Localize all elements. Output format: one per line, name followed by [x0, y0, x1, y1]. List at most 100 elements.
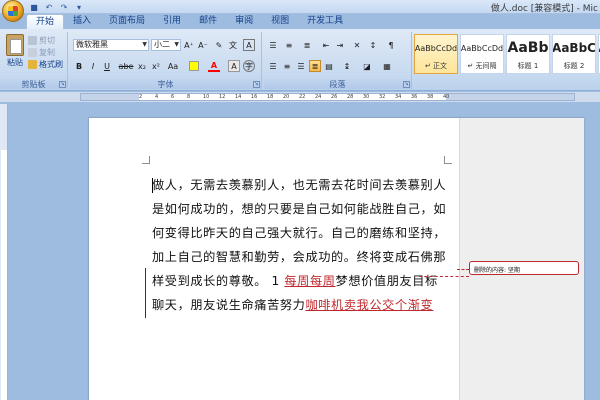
- office-button-icon[interactable]: [2, 0, 24, 22]
- window-title: 做人.doc [兼容模式] - Mic: [490, 4, 598, 14]
- line-spacing-icon[interactable]: ↨: [341, 60, 353, 72]
- font-size-value: 小二: [154, 40, 170, 49]
- strikethrough-button[interactable]: abe: [118, 60, 134, 72]
- align-left-icon[interactable]: ☰: [267, 60, 279, 72]
- font-name-combo[interactable]: 微软雅黑 ▼: [73, 39, 149, 51]
- tab-developer[interactable]: 开发工具: [298, 14, 352, 29]
- highlight-icon[interactable]: [188, 60, 200, 72]
- format-painter-button[interactable]: 格式刷: [28, 58, 63, 70]
- change-case-button[interactable]: Aa: [165, 60, 181, 72]
- numbering-icon[interactable]: ≡: [283, 39, 295, 51]
- text-line: 加上自己的智慧和勤劳，会成功的。终将变成石佛那: [152, 250, 447, 264]
- ruler-row: 2 4 6 8 10 12 14 16 18 20 22 24 26 28 30 32 34 36 38 40: [0, 92, 600, 102]
- horizontal-ruler[interactable]: 2 4 6 8 10 12 14 16 18 20 22 24 26 28 30 32 34 36 38 40: [80, 93, 575, 101]
- tab-review[interactable]: 审阅: [226, 14, 262, 29]
- style-sample: AaBbCcDd: [415, 43, 457, 53]
- ruler-tick-label: 8: [187, 94, 191, 100]
- italic-button[interactable]: I: [87, 60, 99, 72]
- bold-button[interactable]: B: [73, 60, 85, 72]
- tab-insert[interactable]: 插入: [64, 14, 100, 29]
- style-sample: AaBbC: [553, 41, 595, 55]
- paragraph-launcher-icon[interactable]: ↘: [403, 81, 410, 88]
- decrease-indent-icon[interactable]: ⇤: [320, 39, 332, 51]
- text-run: 聊天，朋友说生命痛苦努力: [152, 298, 306, 312]
- shrink-font-button[interactable]: A⁻: [197, 39, 209, 51]
- ruler-tick-label: 2: [139, 94, 143, 100]
- phonetic-guide-icon[interactable]: 文: [227, 39, 239, 51]
- styles-group: AaBbCcDd ↵ 正文 AaBbCcDd ↵ 无间隔 AaBb 标题 1 A…: [414, 32, 600, 89]
- scissors-icon: [28, 35, 37, 45]
- ruler-tick-label: 40: [443, 94, 450, 100]
- clipboard-group: 粘贴 剪切 复制 格式刷 剪贴板 ↘: [0, 32, 68, 89]
- tab-mailings[interactable]: 邮件: [190, 14, 226, 29]
- paste-button[interactable]: 粘贴: [4, 34, 26, 78]
- style-heading-2[interactable]: AaBbC 标题 2: [552, 34, 596, 74]
- change-bar: [145, 268, 146, 318]
- enclose-char-icon[interactable]: 字: [243, 60, 255, 72]
- font-launcher-icon[interactable]: ↘: [253, 81, 260, 88]
- char-border-icon[interactable]: A: [243, 39, 255, 51]
- save-icon[interactable]: ■: [28, 1, 40, 13]
- align-center-icon[interactable]: ≡: [281, 60, 293, 72]
- multilevel-list-icon[interactable]: ≣: [301, 39, 313, 51]
- document-page[interactable]: 做人，无需去羡慕别人，也无需去花时间去羡慕别人 是如何成功的，想的只要是自己如何…: [88, 117, 584, 400]
- sort-icon[interactable]: ↕: [367, 39, 379, 51]
- comment-connector: [457, 269, 469, 270]
- style-sample: AaBb: [507, 40, 549, 56]
- ribbon-tabs: 开始 插入 页面布局 引用 邮件 审阅 视图 开发工具: [26, 14, 352, 29]
- ruler-tick-label: 22: [299, 94, 306, 100]
- style-no-spacing[interactable]: AaBbCcDd ↵ 无间隔: [460, 34, 504, 74]
- justify-icon[interactable]: ≣: [309, 60, 321, 72]
- style-normal[interactable]: AaBbCcDd ↵ 正文: [414, 34, 458, 74]
- char-shading-icon[interactable]: A: [228, 60, 240, 72]
- style-name: 标题 2: [563, 62, 585, 70]
- tab-references[interactable]: 引用: [154, 14, 190, 29]
- highlight-swatch: [189, 61, 199, 71]
- show-marks-icon[interactable]: ¶: [385, 39, 397, 51]
- tab-page-layout[interactable]: 页面布局: [100, 14, 154, 29]
- ruler-tick-label: 10: [203, 94, 210, 100]
- document-body[interactable]: 做人，无需去羡慕别人，也无需去花时间去羡慕别人 是如何成功的，想的只要是自己如何…: [152, 173, 457, 317]
- align-right-icon[interactable]: ☰: [295, 60, 307, 72]
- style-heading-1[interactable]: AaBb 标题 1: [506, 34, 550, 74]
- comment-connector: [419, 276, 469, 277]
- ruler-tick-label: 20: [283, 94, 290, 100]
- chevron-down-icon: ▼: [174, 41, 179, 48]
- subscript-button[interactable]: x₂: [136, 60, 148, 72]
- cut-button[interactable]: 剪切: [28, 34, 63, 46]
- grow-font-button[interactable]: A⁺: [183, 39, 195, 51]
- ruler-tick-label: 4: [155, 94, 159, 100]
- ruler-tick-label: 28: [347, 94, 354, 100]
- format-painter-label: 格式刷: [39, 59, 63, 69]
- ribbon: 粘贴 剪切 复制 格式刷 剪贴板 ↘ 微软雅黑 ▼ 小二 ▼ A⁺ A⁻ ✎ 文…: [0, 29, 600, 91]
- title-bar: ■ ↶ ↷ ▾ 做人.doc [兼容模式] - Mic: [0, 0, 600, 22]
- undo-icon[interactable]: ↶: [43, 1, 55, 13]
- tab-view[interactable]: 视图: [262, 14, 298, 29]
- cut-label: 剪切: [39, 35, 55, 45]
- tab-home[interactable]: 开始: [26, 14, 65, 29]
- font-color-icon[interactable]: A: [208, 60, 220, 72]
- font-group: 微软雅黑 ▼ 小二 ▼ A⁺ A⁻ ✎ 文 A B I U abe x₂ x² …: [70, 32, 262, 89]
- copy-button[interactable]: 复制: [28, 46, 63, 58]
- superscript-button[interactable]: x²: [150, 60, 162, 72]
- text-line: 样受到成长的尊敬。 1 每周每周梦想价值朋友目标: [152, 269, 457, 293]
- clipboard-group-label: 剪贴板: [0, 79, 67, 89]
- chinese-layout-icon[interactable]: ✕: [351, 39, 363, 51]
- revision-balloon[interactable]: 删除的内容: 坚期: [469, 261, 579, 275]
- ruler-tick-label: 16: [251, 94, 258, 100]
- borders-icon[interactable]: ▦: [381, 60, 393, 72]
- underline-button[interactable]: U: [101, 60, 113, 72]
- redo-icon[interactable]: ↷: [58, 1, 70, 13]
- increase-indent-icon[interactable]: ⇥: [334, 39, 346, 51]
- markup-pane: [459, 118, 584, 400]
- font-size-combo[interactable]: 小二 ▼: [151, 39, 181, 51]
- ruler-tick-label: 30: [363, 94, 370, 100]
- customize-qat-icon[interactable]: ▾: [73, 1, 85, 13]
- crop-mark: [142, 156, 150, 164]
- bullets-icon[interactable]: ☰: [267, 39, 279, 51]
- shading-icon[interactable]: ◪: [361, 60, 373, 72]
- clipboard-launcher-icon[interactable]: ↘: [59, 81, 66, 88]
- vertical-ruler[interactable]: [0, 104, 8, 400]
- distributed-icon[interactable]: ▤: [323, 60, 335, 72]
- clear-format-icon[interactable]: ✎: [213, 39, 225, 51]
